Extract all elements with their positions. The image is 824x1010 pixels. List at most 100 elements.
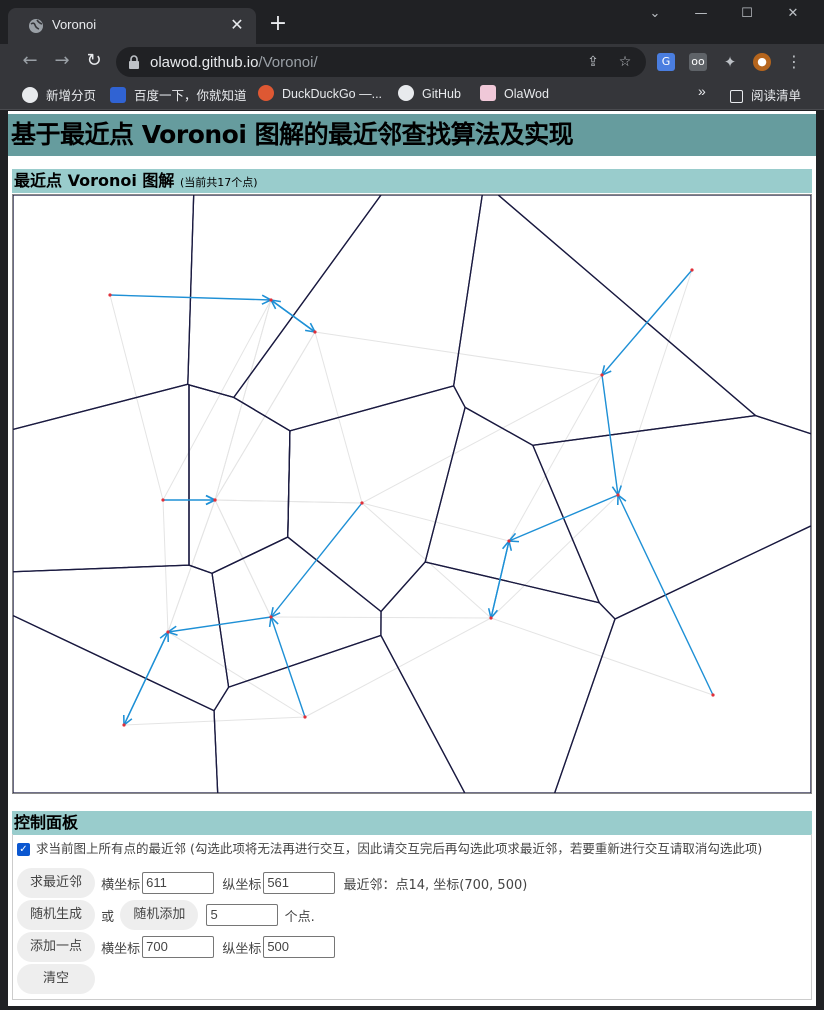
site-point — [507, 539, 511, 543]
clear-button[interactable]: 清空 — [17, 964, 96, 994]
control-section-title: 控制面板 — [14, 813, 79, 832]
random-count-input[interactable]: 5 — [206, 904, 279, 926]
voronoi-cell — [187, 194, 383, 399]
control-section-header: 控制面板 — [12, 811, 812, 835]
add-point-button[interactable]: 添加一点 — [17, 932, 96, 962]
nearest-neighbor-arrow — [123, 632, 168, 726]
nn-result: 最近邻：点14, 坐标(700, 500) — [343, 877, 528, 893]
nn-x-input[interactable]: 611 — [142, 872, 215, 894]
bookmark-star-icon[interactable]: ☆ — [616, 53, 634, 71]
checkbox-label: 求当前图上所有点的最近邻 (勾选此项将无法再进行交互，因此请交互完后再勾选此项求… — [36, 841, 763, 856]
reading-list-icon — [730, 90, 743, 103]
or-text: 或 — [101, 909, 115, 925]
more-bookmarks-icon[interactable]: » — [698, 83, 706, 101]
voronoi-cell — [213, 634, 466, 794]
voronoi-cell — [452, 194, 758, 446]
back-icon[interactable]: ← — [18, 50, 42, 72]
site-point — [690, 268, 694, 272]
voronoi-cell — [424, 406, 601, 604]
random-add-button[interactable]: 随机添加 — [120, 900, 199, 930]
delaunay-edge — [162, 299, 272, 501]
delaunay-edge — [361, 502, 492, 619]
maximize-icon[interactable]: ☐ — [732, 6, 762, 26]
voronoi-canvas[interactable] — [12, 194, 812, 794]
bookmark-new-tab[interactable]: 新增分页 — [22, 85, 96, 103]
close-tab-icon[interactable]: ✕ — [228, 16, 246, 34]
reading-list[interactable]: 阅读清单 — [730, 85, 801, 103]
delaunay-edge — [617, 269, 693, 496]
random-row: 随机生成 或 随机添加 5 个点. — [17, 900, 317, 930]
add-y-input[interactable]: 500 — [263, 936, 336, 958]
point-count-note: (当前共17个点) — [179, 176, 258, 189]
extension-icon[interactable]: oo — [689, 53, 707, 71]
delaunay-edge — [490, 494, 619, 619]
nearest-neighbor-arrow — [618, 495, 714, 696]
nn-all-checkbox[interactable]: ✓ — [17, 843, 30, 856]
nn-x-label: 横坐标 — [101, 877, 141, 893]
reload-icon[interactable]: ↻ — [82, 50, 106, 72]
nearest-neighbor-arrow — [271, 617, 306, 718]
diagram-section-title: 最近点 Voronoi 图解 — [14, 171, 175, 190]
menu-kebab-icon[interactable]: ⋮ — [785, 53, 803, 71]
page-title: 基于最近点 Voronoi 图解的最近邻查找算法及实现 — [8, 114, 816, 156]
add-x-label: 横坐标 — [101, 941, 141, 957]
voronoi-cell — [380, 561, 616, 794]
bookmark-github[interactable]: GitHub — [398, 85, 461, 103]
toolbar: ← → ↻ olawod.github.io/Voronoi/ ⇪ ☆ G oo… — [0, 44, 824, 78]
site-point — [711, 693, 715, 697]
site-point — [360, 501, 364, 505]
add-y-label: 纵坐标 — [222, 941, 262, 957]
tab-strip: Voronoi ✕ + ⌄ — ☐ ✕ — [0, 0, 824, 44]
control-panel: ✓ 求当前图上所有点的最近邻 (勾选此项将无法再进行交互，因此请交互完后再勾选此项… — [12, 834, 812, 1000]
github-icon — [398, 85, 414, 101]
nn-y-label: 纵坐标 — [222, 877, 262, 893]
add-x-input[interactable]: 700 — [142, 936, 215, 958]
find-nn-button[interactable]: 求最近邻 — [17, 868, 96, 898]
voronoi-cell — [12, 383, 190, 573]
lock-icon — [129, 55, 139, 69]
new-tab-button[interactable]: + — [266, 13, 290, 37]
checkbox-row: ✓ 求当前图上所有点的最近邻 (勾选此项将无法再进行交互，因此请交互完后再勾选此项… — [17, 837, 762, 861]
voronoi-cell — [12, 614, 219, 794]
tab-voronoi[interactable]: Voronoi ✕ — [8, 8, 256, 44]
site-point — [269, 615, 273, 619]
globe-icon — [22, 87, 38, 103]
site-point — [213, 498, 217, 502]
close-window-icon[interactable]: ✕ — [778, 6, 808, 26]
duckduckgo-icon — [258, 85, 274, 101]
site-point — [166, 630, 170, 634]
site-point — [600, 373, 604, 377]
share-icon[interactable]: ⇪ — [584, 53, 602, 71]
nearest-neighbor-arrow — [271, 502, 363, 617]
voronoi-cell — [12, 194, 195, 431]
clear-row: 清空 — [17, 964, 96, 994]
tab-title: Voronoi — [52, 17, 97, 32]
delaunay-edge — [167, 631, 306, 718]
voronoi-cell — [531, 414, 812, 620]
nearest-neighbor-arrow — [601, 374, 618, 495]
diagram-section-header: 最近点 Voronoi 图解 (当前共17个点) — [12, 169, 812, 193]
address-bar[interactable]: olawod.github.io/Voronoi/ ⇪ ☆ — [116, 47, 646, 77]
bookmarks-bar: 新增分页 百度一下，你就知道 DuckDuckGo —... GitHub Ol… — [0, 78, 824, 110]
nn-y-input[interactable]: 561 — [263, 872, 336, 894]
nearest-neighbor-arrow — [602, 269, 693, 375]
forward-icon[interactable]: → — [50, 50, 74, 72]
nearest-neighbor-arrow — [490, 541, 509, 619]
tab-search-icon[interactable]: ⌄ — [640, 6, 670, 26]
voronoi-diagram[interactable] — [12, 194, 812, 794]
translate-extension-icon[interactable]: G — [657, 53, 675, 71]
bookmark-olawod[interactable]: OlaWod — [480, 85, 549, 103]
add-point-row: 添加一点 横坐标 700 纵坐标 500 — [17, 932, 336, 962]
bookmark-duckduckgo[interactable]: DuckDuckGo —... — [258, 85, 382, 103]
url-text: olawod.github.io/Voronoi/ — [150, 54, 318, 71]
site-point — [489, 616, 493, 620]
puzzle-extensions-icon[interactable]: ✦ — [721, 53, 739, 71]
bookmark-baidu[interactable]: 百度一下，你就知道 — [110, 85, 247, 103]
random-generate-button[interactable]: 随机生成 — [17, 900, 96, 930]
globe-icon — [29, 19, 43, 33]
browser-window: Voronoi ✕ + ⌄ — ☐ ✕ ← → ↻ olawod.github.… — [0, 0, 824, 1010]
profile-avatar[interactable]: ● — [753, 53, 771, 71]
nn-row: 求最近邻 横坐标 611 纵坐标 561 最近邻：点14, 坐标(700, 500) — [17, 868, 529, 898]
site-point — [313, 330, 317, 334]
minimize-icon[interactable]: — — [686, 6, 716, 26]
